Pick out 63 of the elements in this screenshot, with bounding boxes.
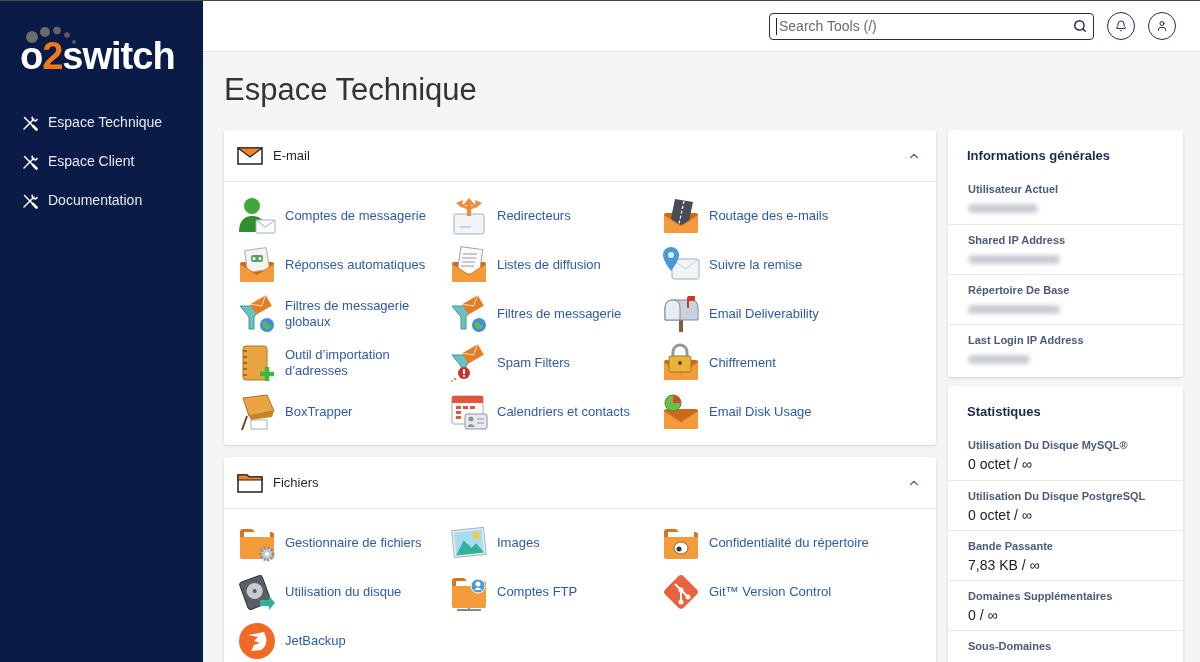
info-value: 0 octet / ∞ bbox=[968, 455, 1032, 473]
tool-link[interactable]: Outil d’importation d’adresses bbox=[237, 338, 435, 387]
tools-icon bbox=[22, 153, 38, 170]
tool-link[interactable]: Filtres de messagerie bbox=[449, 289, 622, 338]
tools-icon bbox=[22, 192, 38, 209]
nav-item[interactable]: Espace Client bbox=[0, 142, 203, 181]
info-label: Sous-Domaines bbox=[968, 639, 1052, 654]
tool-link[interactable]: Email Deliverability bbox=[661, 289, 819, 338]
envelope-pie-icon bbox=[661, 391, 701, 432]
tool-link[interactable]: Git™ Version Control bbox=[661, 567, 832, 616]
envelope-letter-icon bbox=[237, 244, 277, 285]
nav-item[interactable]: Espace Technique bbox=[0, 103, 203, 142]
padlock-envelope-icon bbox=[661, 342, 701, 383]
page-title: Espace Technique bbox=[224, 72, 477, 108]
envelope-icon bbox=[237, 146, 263, 165]
tool-link[interactable]: Réponses automatiques bbox=[237, 240, 426, 289]
tool-link[interactable]: Email Disk Usage bbox=[661, 387, 812, 436]
info-label: Domaines Supplémentaires bbox=[968, 589, 1113, 604]
search-icon bbox=[1073, 18, 1087, 33]
bell-icon bbox=[1115, 20, 1127, 32]
tool-link[interactable]: Calendriers et contacts bbox=[449, 387, 630, 436]
envelope-document-icon bbox=[449, 244, 489, 285]
nav-item[interactable]: Documentation bbox=[0, 181, 203, 220]
user-icon bbox=[1156, 20, 1168, 32]
user-envelope-icon bbox=[237, 195, 277, 236]
notifications-button[interactable] bbox=[1107, 12, 1135, 40]
info-value: 7,83 KB / ∞ bbox=[968, 556, 1040, 574]
tool-link[interactable]: BoxTrapper bbox=[237, 387, 353, 436]
tool-link[interactable]: Confidentialité du répertoire bbox=[661, 518, 869, 567]
logo-text: o2switch bbox=[20, 39, 175, 73]
tool-link[interactable]: Spam Filters bbox=[449, 338, 570, 387]
tool-link[interactable]: Filtres de messagerie globaux bbox=[237, 289, 435, 338]
mailbox-icon bbox=[661, 293, 701, 334]
panel-title: E-mail bbox=[273, 146, 310, 165]
info-label: Utilisation Du Disque MySQL® bbox=[968, 438, 1128, 453]
panel-title: Fichiers bbox=[273, 473, 319, 492]
tools-icon bbox=[22, 114, 38, 131]
info-label: Shared IP Address bbox=[968, 233, 1066, 248]
tool-link[interactable]: Listes de diffusion bbox=[449, 240, 601, 289]
tool-link[interactable]: Suivre la remise bbox=[661, 240, 803, 289]
tool-link[interactable]: Chiffrement bbox=[661, 338, 776, 387]
funnel-globe-icon bbox=[237, 293, 277, 334]
card-title: Informations générales bbox=[966, 147, 1112, 165]
tool-link[interactable]: Comptes FTP bbox=[449, 567, 578, 616]
card-title: Statistiques bbox=[966, 403, 1042, 421]
info-label: Last Login IP Address bbox=[968, 333, 1084, 348]
search-field[interactable]: Search Tools (/) bbox=[769, 12, 1094, 40]
folder-icon bbox=[237, 472, 263, 493]
info-value: 0 octet / ∞ bbox=[968, 506, 1032, 524]
tool-link[interactable]: Redirecteurs bbox=[449, 191, 571, 240]
tool-link[interactable]: JetBackup bbox=[237, 616, 346, 662]
tool-link[interactable]: Images bbox=[449, 518, 540, 567]
info-label: Utilisation Du Disque PostgreSQL bbox=[968, 489, 1146, 504]
tool-link[interactable]: Gestionnaire de fichiers bbox=[237, 518, 422, 567]
tool-link[interactable]: Comptes de messagerie bbox=[237, 191, 426, 240]
info-label: Bande Passante bbox=[968, 539, 1053, 554]
info-label: Répertoire De Base bbox=[968, 283, 1070, 298]
tool-link[interactable]: Routage des e-mails bbox=[661, 191, 829, 240]
info-label: Utilisateur Actuel bbox=[968, 182, 1059, 197]
funnel-globe-icon bbox=[449, 293, 489, 334]
user-button[interactable] bbox=[1148, 12, 1176, 40]
info-value: 0 / ∞ bbox=[968, 606, 998, 624]
tool-link[interactable]: Utilisation du disque bbox=[237, 567, 402, 616]
